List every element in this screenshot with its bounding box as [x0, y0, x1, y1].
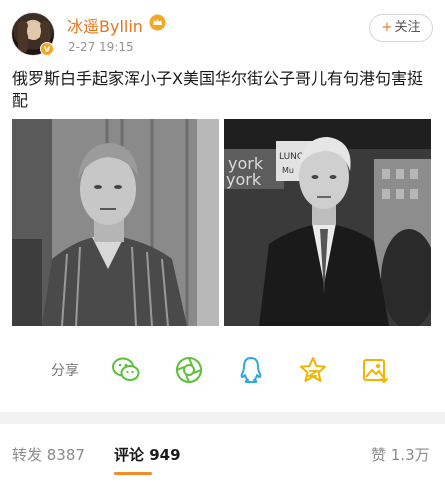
- comment-count[interactable]: 评论 949: [114, 444, 181, 465]
- post-header: v 冰遥Byllin 2-27 19:15 + 关注: [0, 0, 445, 62]
- username[interactable]: 冰遥Byllin: [67, 13, 143, 37]
- svg-text:york: york: [226, 170, 262, 189]
- svg-text:Mu: Mu: [282, 166, 294, 175]
- save-image-icon[interactable]: [360, 355, 390, 385]
- avatar-face: [27, 22, 41, 40]
- active-tab-underline: [114, 472, 152, 475]
- repost-count[interactable]: 转发 8387: [12, 444, 85, 465]
- post-image-right[interactable]: york york LUNCH Mu: [224, 119, 431, 326]
- wechat-icon[interactable]: [111, 355, 141, 385]
- post-image-left[interactable]: [12, 119, 219, 326]
- avatar-hair-left: [18, 21, 28, 53]
- follow-label: 关注: [394, 20, 421, 35]
- like-count[interactable]: 赞 1.3万: [371, 444, 430, 465]
- moments-icon[interactable]: [174, 355, 204, 385]
- verified-badge-icon: v: [40, 42, 54, 56]
- section-divider: [0, 412, 445, 424]
- stats-bar: 转发 8387 评论 949 赞 1.3万: [0, 424, 445, 485]
- share-label: 分享: [51, 363, 79, 379]
- qzone-star-icon[interactable]: [298, 355, 328, 385]
- follow-button[interactable]: + 关注: [369, 14, 433, 42]
- qq-icon[interactable]: [236, 355, 266, 385]
- vip-crown-icon: [149, 14, 166, 31]
- share-bar: 分享: [0, 345, 445, 395]
- plus-icon: +: [381, 20, 393, 35]
- post-text: 俄罗斯白手起家浑小子X美国华尔街公子哥儿有句港句害挺配: [12, 69, 423, 110]
- post-time: 2-27 19:15: [68, 40, 134, 54]
